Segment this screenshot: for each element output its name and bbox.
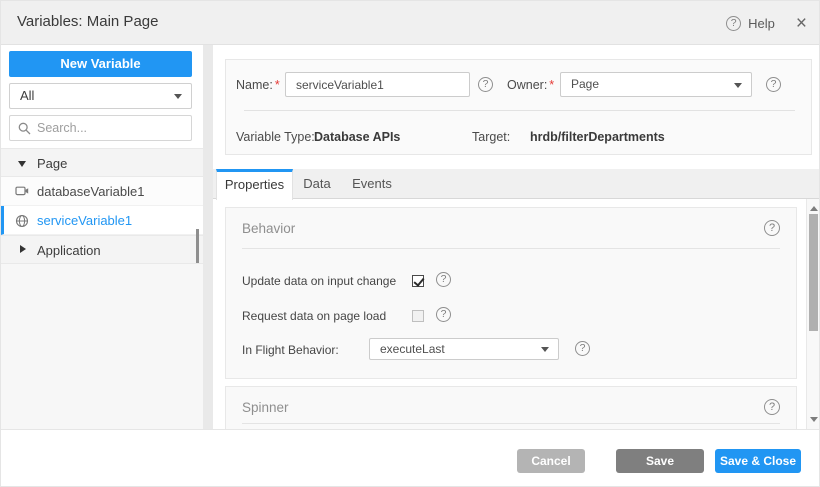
- properties-scroll-area: Behavior ? Update data on input change ?…: [213, 199, 820, 429]
- scrollbar-thumb[interactable]: [809, 214, 818, 331]
- in-flight-behavior-select[interactable]: executeLast: [369, 338, 559, 360]
- tree-empty-area: [1, 264, 203, 429]
- spinner-section-title: Spinner: [242, 400, 289, 415]
- close-icon[interactable]: ×: [796, 14, 807, 33]
- tree-group-page[interactable]: Page: [1, 148, 203, 177]
- variable-filter-value: All: [20, 88, 34, 103]
- update-on-input-label: Update data on input change: [242, 274, 396, 288]
- panel-divider: [244, 110, 795, 111]
- request-on-load-checkbox[interactable]: [412, 310, 424, 322]
- name-owner-row: Name:* ? Owner:* Page ?: [226, 72, 811, 97]
- tree-item-service-variable[interactable]: serviceVariable1: [1, 206, 203, 235]
- chevron-down-icon: [174, 94, 182, 99]
- behavior-section: Behavior ? Update data on input change ?…: [225, 207, 797, 379]
- section-divider: [242, 423, 780, 424]
- help-icon[interactable]: ?: [726, 16, 741, 31]
- name-input[interactable]: [285, 72, 470, 97]
- service-variable-icon: [15, 214, 29, 228]
- variable-summary-panel: Name:* ? Owner:* Page ? Variable Type: D…: [225, 59, 812, 155]
- database-variable-icon: [15, 185, 29, 197]
- name-label: Name:*: [236, 78, 280, 92]
- header-actions: ? Help ×: [726, 1, 807, 45]
- variable-detail-pane: Name:* ? Owner:* Page ? Variable Type: D…: [213, 45, 820, 429]
- chevron-down-icon: [541, 347, 549, 352]
- behavior-help-icon[interactable]: ?: [764, 220, 780, 236]
- section-divider: [242, 248, 780, 249]
- spinner-help-icon[interactable]: ?: [764, 399, 780, 415]
- owner-select[interactable]: Page: [560, 72, 752, 97]
- search-icon: [18, 122, 31, 135]
- caret-right-icon[interactable]: [20, 245, 26, 253]
- tree-item-database-variable[interactable]: databaseVariable1: [1, 177, 203, 206]
- help-link[interactable]: Help: [748, 16, 775, 31]
- detail-tabbar: Properties Data Events: [213, 169, 820, 199]
- tab-properties[interactable]: Properties: [216, 169, 293, 200]
- sidebar-divider: [203, 45, 213, 429]
- variable-type-value: Database APIs: [314, 130, 400, 144]
- tree-group-label: Application: [37, 236, 101, 265]
- tree-item-label: databaseVariable1: [37, 177, 144, 206]
- in-flight-help-icon[interactable]: ?: [575, 341, 590, 356]
- variable-type-label: Variable Type:: [236, 130, 315, 144]
- required-marker: *: [549, 78, 554, 92]
- required-marker: *: [275, 78, 280, 92]
- behavior-section-title: Behavior: [242, 221, 295, 236]
- in-flight-behavior-value: executeLast: [380, 342, 445, 356]
- cancel-button[interactable]: Cancel: [517, 449, 585, 473]
- variables-dialog: Variables: Main Page ? Help × New Variab…: [0, 0, 820, 487]
- spinner-section: Spinner ?: [225, 386, 797, 429]
- tab-events[interactable]: Events: [341, 169, 403, 199]
- tree-item-label: serviceVariable1: [37, 206, 132, 235]
- new-variable-button[interactable]: New Variable: [9, 51, 192, 77]
- tab-data[interactable]: Data: [294, 169, 340, 199]
- search-input[interactable]: [37, 117, 187, 139]
- dialog-header: Variables: Main Page ? Help ×: [1, 1, 820, 45]
- tree-group-application[interactable]: Application: [1, 235, 203, 264]
- owner-help-icon[interactable]: ?: [766, 77, 781, 92]
- update-on-input-help-icon[interactable]: ?: [436, 272, 451, 287]
- variable-filter-select[interactable]: All: [9, 83, 192, 109]
- request-on-load-help-icon[interactable]: ?: [436, 307, 451, 322]
- scroll-down-arrow-icon[interactable]: [810, 417, 818, 422]
- variables-sidebar: New Variable All Page databaseVari: [1, 45, 203, 429]
- caret-down-icon[interactable]: [18, 161, 26, 167]
- scroll-up-arrow-icon[interactable]: [810, 206, 818, 211]
- in-flight-behavior-label: In Flight Behavior:: [242, 343, 339, 357]
- save-and-close-button[interactable]: Save & Close: [715, 449, 801, 473]
- request-on-load-label: Request data on page load: [242, 309, 386, 323]
- tree-group-label: Page: [37, 149, 67, 178]
- vertical-scrollbar[interactable]: [806, 199, 819, 429]
- chevron-down-icon: [734, 83, 742, 88]
- dialog-title: Variables: Main Page: [17, 13, 158, 30]
- name-help-icon[interactable]: ?: [478, 77, 493, 92]
- owner-select-value: Page: [571, 77, 599, 91]
- owner-label: Owner:*: [507, 78, 554, 92]
- sidebar-scrollbar-thumb[interactable]: [196, 229, 199, 263]
- variables-tree: Page databaseVariable1 serviceVariable1: [1, 148, 203, 429]
- update-on-input-checkbox[interactable]: [412, 275, 424, 287]
- target-value: hrdb/filterDepartments: [530, 130, 665, 144]
- dialog-footer: Cancel Save Save & Close: [1, 429, 820, 487]
- save-button[interactable]: Save: [616, 449, 704, 473]
- variable-search: [9, 115, 192, 141]
- target-label: Target:: [472, 130, 510, 144]
- type-target-row: Variable Type: Database APIs Target: hrd…: [226, 128, 811, 148]
